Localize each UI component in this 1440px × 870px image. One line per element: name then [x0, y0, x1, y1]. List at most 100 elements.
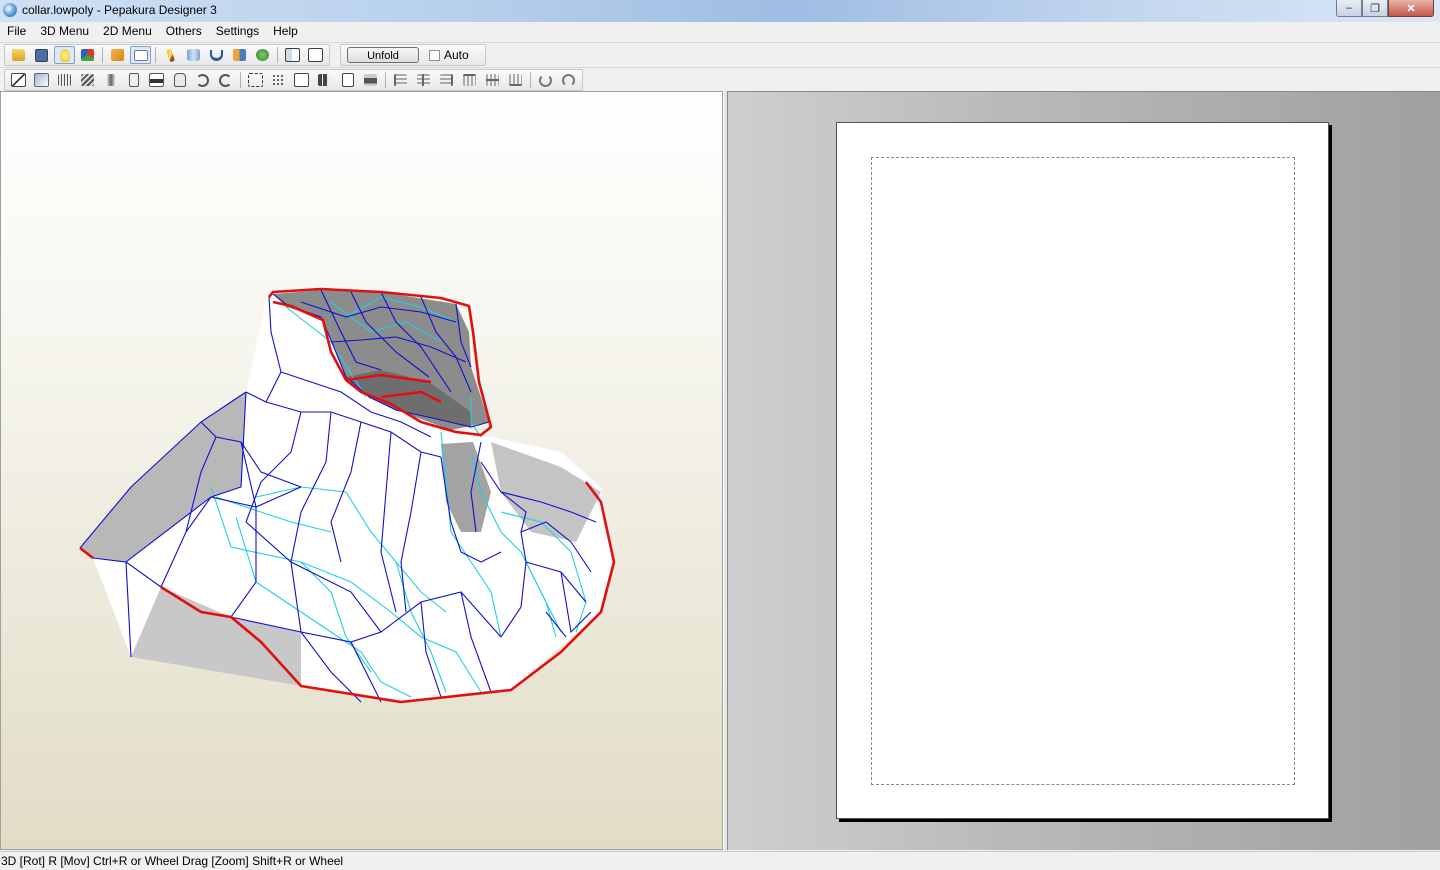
- 3d-model-view[interactable]: [1, 92, 722, 849]
- undo-arrow-icon: [196, 73, 209, 87]
- status-bar: 3D [Rot] R [Mov] Ctrl+R or Wheel Drag [Z…: [0, 851, 1440, 870]
- select-region-button[interactable]: [245, 71, 266, 89]
- toolbar-group-unfold: Unfold Auto: [340, 44, 486, 66]
- rotate-stack-icon: [81, 74, 94, 86]
- document-icon: [341, 73, 354, 87]
- print-button[interactable]: [360, 71, 381, 89]
- split-window-icon: [285, 48, 300, 62]
- printer-icon: [364, 74, 377, 86]
- align-center-button[interactable]: [413, 71, 434, 89]
- save-file-button[interactable]: [31, 46, 52, 64]
- view-2d-pane-button[interactable]: [305, 46, 326, 64]
- undo-button[interactable]: [192, 71, 213, 89]
- align-bottom-icon: [509, 74, 522, 86]
- dashed-box-icon: [248, 73, 263, 87]
- restore-button[interactable]: ❐: [1362, 0, 1388, 17]
- minimize-button[interactable]: –: [1336, 0, 1362, 17]
- redo-arrow-icon: [219, 73, 232, 87]
- toolbar-separator: [277, 47, 278, 63]
- arrow-cursor-icon: [11, 73, 26, 87]
- menu-bar: File 3D Menu 2D Menu Others Settings Hel…: [0, 22, 1440, 41]
- align-left-button[interactable]: [390, 71, 411, 89]
- open-file-button[interactable]: [8, 46, 29, 64]
- arrange-parts-icon: [318, 74, 331, 86]
- rotate-part-button[interactable]: [77, 71, 98, 89]
- page-button[interactable]: [291, 71, 312, 89]
- page-setup-button[interactable]: [337, 71, 358, 89]
- close-button[interactable]: ✕: [1388, 0, 1434, 17]
- ruler-icon: [233, 49, 246, 61]
- rotate-right-icon: [562, 73, 575, 87]
- grid-snap-button[interactable]: [268, 71, 289, 89]
- join-part-button[interactable]: [100, 71, 121, 89]
- unfold-button[interactable]: Unfold: [347, 47, 419, 63]
- show-edges-button[interactable]: [130, 46, 151, 64]
- grid-dots-icon: [272, 74, 285, 86]
- rotate-left-90-button[interactable]: [535, 71, 556, 89]
- edit-toolbar: [0, 67, 1440, 92]
- show-faces-button[interactable]: [107, 46, 128, 64]
- align-bottom-button[interactable]: [505, 71, 526, 89]
- pepakura-app-icon[interactable]: [3, 3, 17, 17]
- align-center-icon: [417, 74, 430, 86]
- menu-3d[interactable]: 3D Menu: [33, 22, 96, 41]
- align-right-button[interactable]: [436, 71, 457, 89]
- select-move-button[interactable]: [8, 71, 29, 89]
- show-lighting-button[interactable]: [54, 46, 75, 64]
- pencil-icon: [165, 48, 176, 62]
- scale-button[interactable]: [229, 46, 250, 64]
- anchor-button[interactable]: [206, 46, 227, 64]
- toolbar-separator: [240, 72, 241, 88]
- menu-file[interactable]: File: [0, 22, 33, 41]
- envelope-icon: [133, 49, 148, 61]
- arrange-button[interactable]: [314, 71, 335, 89]
- hand-icon: [173, 73, 186, 87]
- edge-id-button[interactable]: [123, 71, 144, 89]
- text-tool-button[interactable]: [146, 71, 167, 89]
- menu-others[interactable]: Others: [159, 22, 209, 41]
- align-top-button[interactable]: [459, 71, 480, 89]
- color-cube-icon: [81, 49, 94, 61]
- menu-settings[interactable]: Settings: [209, 22, 266, 41]
- window-title: collar.lowpoly - Pepakura Designer 3: [22, 3, 217, 17]
- anchor-icon: [210, 49, 223, 61]
- toolbar-group-file: [4, 44, 330, 66]
- rotate-left-icon: [539, 73, 552, 87]
- collar-model: [79, 287, 616, 704]
- status-text: 3D [Rot] R [Mov] Ctrl+R or Wheel Drag [Z…: [1, 854, 344, 868]
- menu-help[interactable]: Help: [266, 22, 305, 41]
- menu-2d[interactable]: 2D Menu: [96, 22, 159, 41]
- bar-icon: [106, 74, 115, 86]
- main-toolbar: Unfold Auto: [0, 42, 1440, 67]
- align-left-icon: [394, 74, 407, 86]
- 3d-view-pane[interactable]: [0, 91, 723, 850]
- rotate-right-90-button[interactable]: [558, 71, 579, 89]
- edit-edge-button[interactable]: [160, 46, 181, 64]
- floppy-disk-icon: [35, 48, 48, 62]
- add-flap-button[interactable]: [54, 71, 75, 89]
- auto-checkbox[interactable]: [429, 49, 440, 61]
- paper-sheet: [836, 122, 1329, 819]
- view-3d-pane-button[interactable]: [282, 46, 303, 64]
- align-middle-button[interactable]: [482, 71, 503, 89]
- select-parts-button[interactable]: [252, 46, 273, 64]
- 2d-view-pane[interactable]: [728, 91, 1440, 850]
- open-folder-icon: [12, 49, 25, 61]
- auto-checkbox-label: Auto: [444, 48, 469, 62]
- toolbar-group-edit: [4, 69, 583, 91]
- align-right-icon: [440, 74, 453, 86]
- redo-button[interactable]: [215, 71, 236, 89]
- edit-flap-button[interactable]: [31, 71, 52, 89]
- image-frame-icon: [149, 73, 164, 87]
- page-label-icon: [294, 73, 309, 87]
- flap-grid-icon: [58, 74, 71, 86]
- move-part-button[interactable]: [169, 71, 190, 89]
- join-faces-button[interactable]: [183, 46, 204, 64]
- green-globe-icon: [256, 49, 269, 61]
- align-top-icon: [463, 74, 476, 86]
- light-bulb-icon: [59, 48, 70, 62]
- show-texture-button[interactable]: [77, 46, 98, 64]
- orange-box-icon: [111, 49, 124, 61]
- title-bar: collar.lowpoly - Pepakura Designer 3 – ❐…: [0, 0, 1440, 22]
- align-middle-icon: [486, 74, 499, 86]
